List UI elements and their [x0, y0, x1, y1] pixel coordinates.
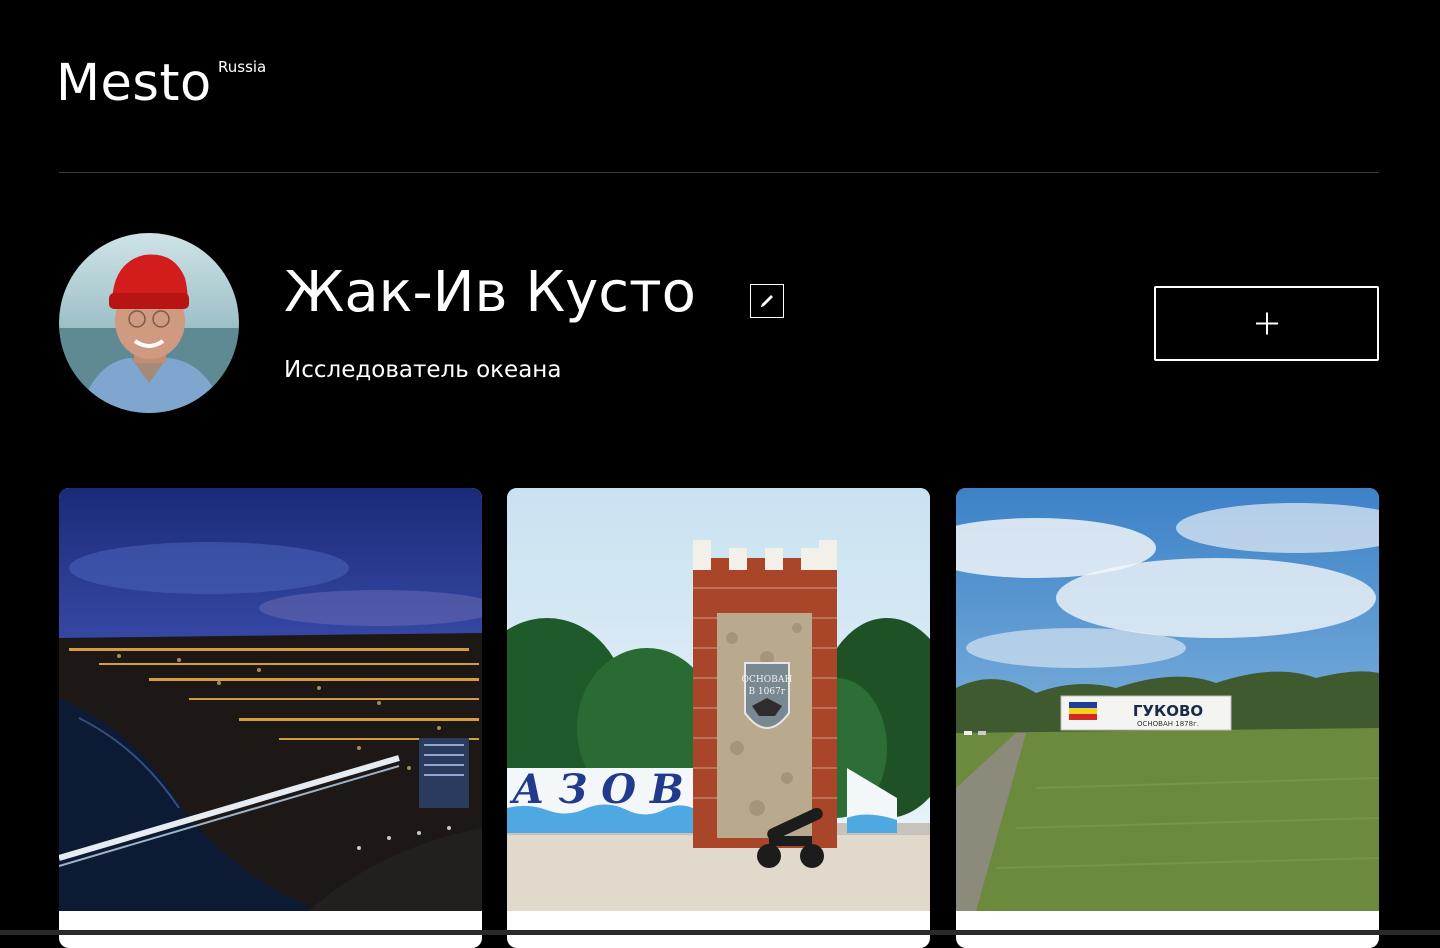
azov-sign-text: А З О В — [509, 766, 684, 813]
svg-text:В 1067г: В 1067г — [748, 687, 785, 697]
gukovo-sign-text: ГУКОВО — [1133, 702, 1203, 720]
pencil-icon — [761, 295, 773, 307]
card: А З О В ОСНОВАН В 1067г — [507, 488, 930, 948]
card-image[interactable] — [59, 488, 482, 911]
svg-text:ОСНОВАН 1878г.: ОСНОВАН 1878г. — [1137, 720, 1199, 728]
plus-icon — [1256, 312, 1278, 335]
azov-plaque-text: ОСНОВАН — [742, 675, 793, 685]
profile-about: Исследователь океана — [284, 357, 562, 383]
profile-avatar[interactable] — [59, 233, 239, 413]
profile-name: Жак-Ив Кусто — [284, 260, 696, 325]
profile: Жак-Ив Кусто Исследователь океана — [59, 233, 1379, 413]
bottom-scroll-edge — [0, 930, 1440, 935]
edit-profile-button[interactable] — [750, 284, 784, 318]
card — [59, 488, 482, 948]
card: ГУКОВО ОСНОВАН 1878г. — [956, 488, 1379, 948]
card-image[interactable]: А З О В ОСНОВАН В 1067г — [507, 488, 930, 911]
cards-grid: А З О В ОСНОВАН В 1067г ГУКОВО ОСНОВАН 1… — [59, 488, 1379, 948]
card-image[interactable]: ГУКОВО ОСНОВАН 1878г. — [956, 488, 1379, 911]
header: Mesto Russia — [56, 0, 1379, 173]
avatar-image — [59, 233, 239, 413]
logo: Mesto — [56, 54, 212, 113]
add-card-button[interactable] — [1154, 286, 1379, 361]
logo-region-label: Russia — [218, 58, 267, 76]
